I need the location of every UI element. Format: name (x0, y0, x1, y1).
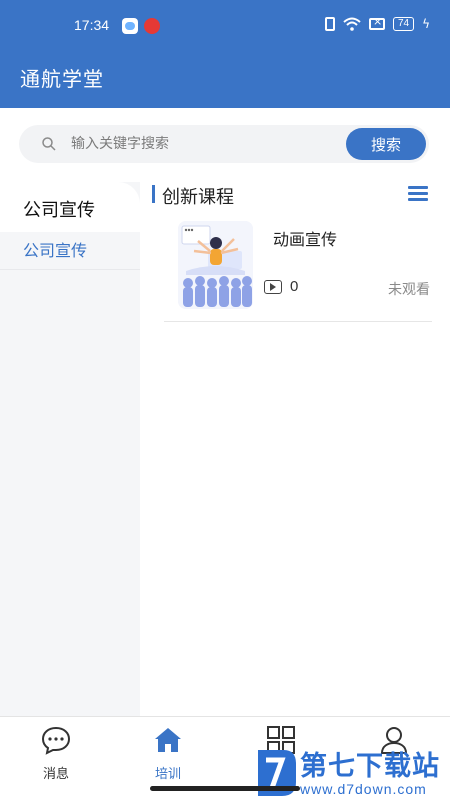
search-button[interactable]: 搜索 (346, 128, 426, 160)
play-icon (264, 280, 282, 294)
battery-icon: 74 (392, 17, 415, 31)
message-icon (41, 726, 71, 755)
course-panel: 创新课程 动画宣传 0 未观看 (140, 182, 450, 716)
tab-label: 培训 (154, 767, 181, 782)
tab-messages[interactable]: 消息 (16, 725, 96, 782)
play-count: 0 (290, 278, 299, 295)
menu-icon[interactable] (408, 186, 428, 202)
home-indicator (150, 786, 300, 791)
status-bar: 17:34 74 ϟ (0, 0, 450, 52)
search-input[interactable] (71, 125, 351, 163)
vibrate-icon (324, 17, 335, 31)
search-icon (42, 137, 56, 151)
category-sidebar: 公司宣传 公司宣传 (0, 182, 140, 716)
section-accent-bar (152, 185, 155, 203)
sidebar-category-title[interactable]: 公司宣传 (0, 182, 140, 232)
course-thumbnail (178, 221, 253, 309)
watch-status: 未观看 (388, 282, 430, 298)
watermark-brand: 第七下载站 (300, 751, 440, 782)
watermark: 第七下载站 www.d7down.com (254, 744, 446, 800)
notification-app-icon (144, 18, 160, 34)
status-indicators: 74 ϟ (324, 15, 430, 31)
no-sim-icon (368, 15, 385, 30)
search-bar: 搜索 (19, 125, 429, 163)
watermark-url: www.d7down.com (300, 781, 427, 797)
page-title: 通航学堂 (20, 67, 104, 91)
tab-label: 消息 (42, 767, 69, 782)
tab-training[interactable]: 培训 (128, 725, 208, 782)
charging-icon: ϟ (422, 17, 430, 31)
course-title: 动画宣传 (273, 230, 338, 249)
app-header: 通航学堂 (0, 52, 450, 108)
cloud-app-icon (122, 18, 138, 34)
section-title: 创新课程 (162, 187, 234, 208)
course-item[interactable]: 动画宣传 0 未观看 (164, 218, 432, 322)
wifi-icon (343, 17, 361, 31)
home-icon (155, 728, 181, 752)
sidebar-item-company-promo[interactable]: 公司宣传 (0, 232, 140, 270)
status-time: 17:34 (74, 17, 110, 33)
